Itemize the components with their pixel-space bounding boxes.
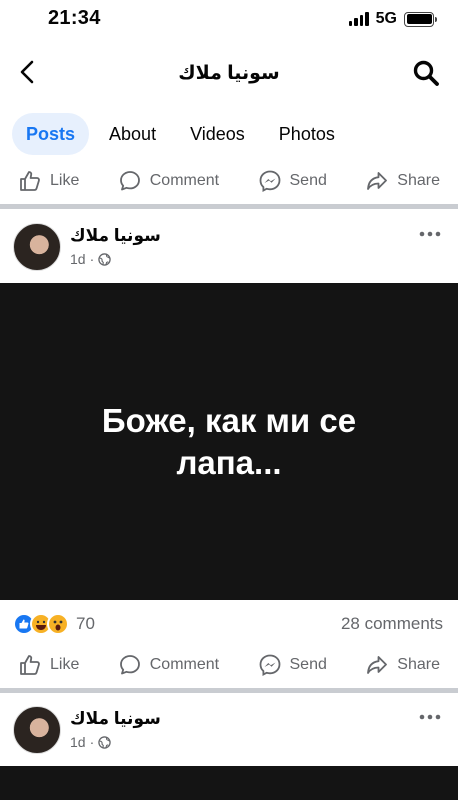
share-label: Share	[397, 172, 440, 189]
signal-icon	[348, 12, 369, 26]
post-text-background[interactable]: Боже, как ми се лапа...	[0, 283, 458, 600]
like-button[interactable]: Like	[18, 653, 79, 677]
avatar[interactable]	[13, 223, 61, 271]
wow-reaction-icon	[47, 613, 69, 635]
top-nav: سونيا ملاك	[0, 50, 458, 96]
battery-icon	[404, 11, 437, 27]
status-bar: 21:34 5G	[0, 0, 458, 40]
send-label: Send	[289, 172, 327, 189]
tab-videos[interactable]: Videos	[176, 113, 259, 155]
page-title: سونيا ملاك	[178, 63, 280, 84]
reaction-count[interactable]: 70	[76, 614, 95, 634]
post-meta: 1d ·	[70, 734, 111, 750]
tab-photos[interactable]: Photos	[265, 113, 349, 155]
post-text: Боже, как ми се лапа...	[101, 401, 357, 481]
thumbs-up-icon	[20, 171, 40, 191]
send-button[interactable]: Send	[258, 653, 327, 677]
comment-label: Comment	[149, 656, 220, 673]
messenger-icon	[259, 654, 280, 677]
send-button[interactable]: Send	[258, 169, 327, 193]
send-label: Send	[289, 656, 327, 673]
share-button[interactable]: Share	[365, 653, 440, 677]
tab-posts[interactable]: Posts	[12, 113, 90, 155]
post-media[interactable]	[0, 766, 458, 800]
dot-separator: ·	[89, 251, 95, 267]
share-icon	[367, 172, 388, 190]
reaction-icons[interactable]	[13, 613, 69, 635]
like-label: Like	[50, 172, 80, 189]
post-divider	[0, 688, 458, 693]
comments-count[interactable]: 28 comments	[341, 614, 443, 634]
like-label: Like	[50, 656, 80, 673]
post-header: سونيا ملاك 1d ·	[0, 706, 458, 774]
post-meta: 1d ·	[70, 251, 111, 267]
profile-action-bar: Like Comment Send Share	[0, 161, 458, 201]
avatar[interactable]	[13, 706, 61, 754]
post-time: 1d	[70, 734, 86, 750]
post-author[interactable]: سونيا ملاك	[70, 226, 161, 246]
post-time: 1d	[70, 251, 86, 267]
more-options-icon[interactable]	[418, 229, 442, 239]
comment-icon	[119, 655, 140, 675]
reactions-summary: 70 28 comments	[0, 610, 458, 638]
comment-button[interactable]: Comment	[118, 169, 219, 193]
comment-button[interactable]: Comment	[118, 653, 219, 677]
comment-label: Comment	[149, 172, 220, 189]
more-options-icon[interactable]	[418, 712, 442, 722]
network-type: 5G	[375, 10, 397, 27]
like-button[interactable]: Like	[18, 169, 79, 193]
share-label: Share	[397, 656, 440, 673]
share-button[interactable]: Share	[365, 169, 440, 193]
comment-icon	[119, 171, 140, 191]
post-author[interactable]: سونيا ملاك	[70, 709, 161, 729]
tab-about[interactable]: About	[95, 113, 170, 155]
globe-icon	[98, 252, 111, 266]
messenger-icon	[259, 170, 280, 193]
share-icon	[367, 656, 388, 674]
status-indicators: 5G	[348, 10, 437, 28]
profile-tabs: Posts About Videos Photos	[12, 113, 355, 155]
post-header: سونيا ملاك 1d ·	[0, 223, 458, 291]
dot-separator: ·	[89, 734, 95, 750]
globe-icon	[98, 735, 111, 749]
search-icon[interactable]	[412, 59, 440, 87]
thumbs-up-icon	[20, 655, 40, 675]
status-time: 21:34	[48, 7, 101, 29]
section-divider	[0, 204, 458, 209]
post-action-bar: Like Comment Send Share	[0, 645, 458, 685]
